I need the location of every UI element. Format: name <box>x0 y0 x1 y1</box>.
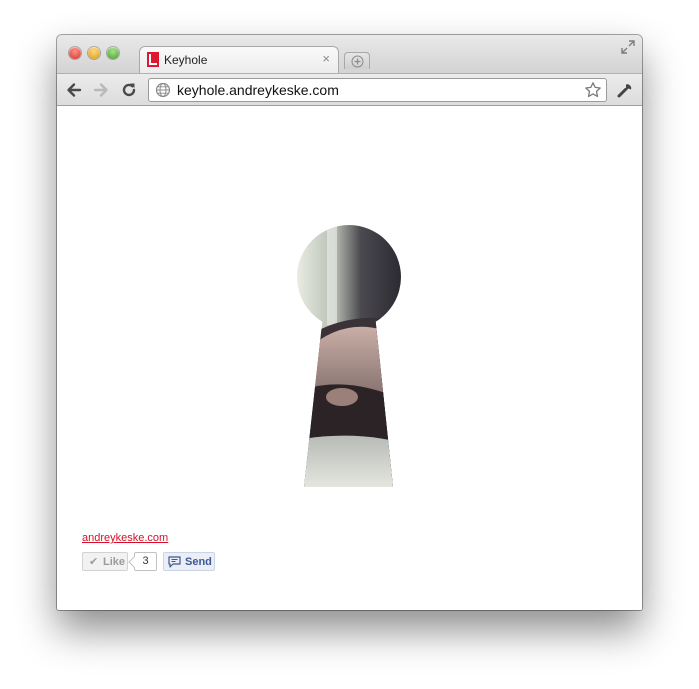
site-link[interactable]: andreykeske.com <box>82 532 168 544</box>
new-tab-button[interactable] <box>344 52 370 69</box>
like-label: Like <box>103 556 126 568</box>
browser-tab[interactable]: Keyhole × <box>139 46 339 73</box>
globe-icon <box>155 82 171 98</box>
bookmark-star-icon[interactable] <box>584 81 602 99</box>
close-window-button[interactable] <box>69 47 81 59</box>
speech-bubble-icon <box>168 556 181 568</box>
keyhole-photo <box>297 225 401 487</box>
tab-close-icon[interactable]: × <box>322 51 330 66</box>
keyhole-favicon-icon <box>147 52 159 67</box>
like-button[interactable]: ✔ Like <box>82 552 128 571</box>
fullscreen-icon[interactable] <box>620 39 636 55</box>
forward-arrow-icon[interactable] <box>92 81 110 99</box>
back-arrow-icon[interactable] <box>65 81 83 99</box>
toolbar: keyhole.andreykeske.com <box>57 73 642 106</box>
zoom-window-button[interactable] <box>107 47 119 59</box>
url-text: keyhole.andreykeske.com <box>177 82 339 98</box>
wrench-icon[interactable] <box>616 81 634 99</box>
tab-title: Keyhole <box>164 53 208 67</box>
address-bar[interactable]: keyhole.andreykeske.com <box>148 78 607 102</box>
minimize-window-button[interactable] <box>88 47 100 59</box>
browser-window: Keyhole × keyhole.andreykeske.com andrey… <box>57 35 642 610</box>
page-content: andreykeske.com ✔ Like 3 Send <box>57 106 642 610</box>
like-count: 3 <box>134 552 157 571</box>
checkmark-icon: ✔ <box>89 556 99 568</box>
plus-icon <box>351 55 364 68</box>
title-bar: Keyhole × <box>57 35 642 73</box>
send-label: Send <box>185 556 212 568</box>
send-button[interactable]: Send <box>163 552 215 571</box>
reload-icon[interactable] <box>120 81 138 99</box>
